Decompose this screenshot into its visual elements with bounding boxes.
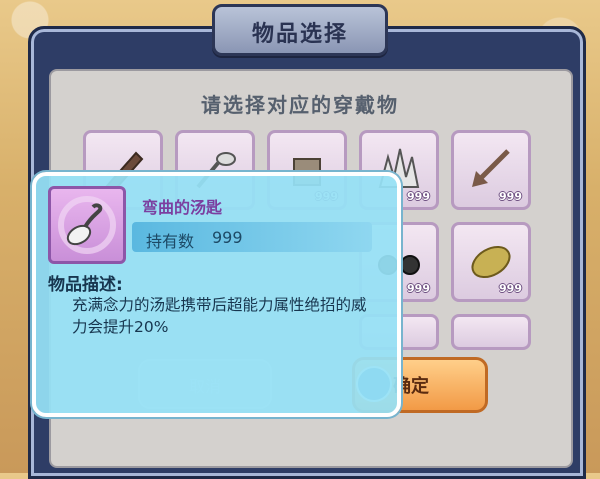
item-quantity: 999 [499,282,522,295]
title-tab: 物品选择 [212,4,388,56]
item-quantity: 999 [499,190,522,203]
item-slot[interactable]: 999 [451,222,531,302]
count-bar: 持有数 999 [132,222,372,252]
count-value: 999 [212,228,243,247]
item-slot[interactable] [451,314,531,350]
dialog-title: 物品选择 [251,22,348,47]
item-name: 弯曲的汤匙 [142,198,223,217]
item-quantity: 999 [407,190,430,203]
count-label: 持有数 [146,232,195,251]
item-tooltip: 弯曲的汤匙 持有数 999 物品描述: 充满念力的汤匙携带后超能力属性绝招的威力… [32,172,401,417]
item-slot[interactable]: 999 [451,130,531,210]
item-quantity: 999 [407,282,430,295]
description-text: 充满念力的汤匙携带后超能力属性绝招的威力会提升20% [72,296,367,336]
arrow-icon [472,149,510,187]
bent-spoon-icon [48,186,126,264]
description-heading: 物品描述: [48,275,123,295]
seed-icon [471,245,511,279]
dialog-subtitle: 请选择对应的穿戴物 [201,93,399,117]
